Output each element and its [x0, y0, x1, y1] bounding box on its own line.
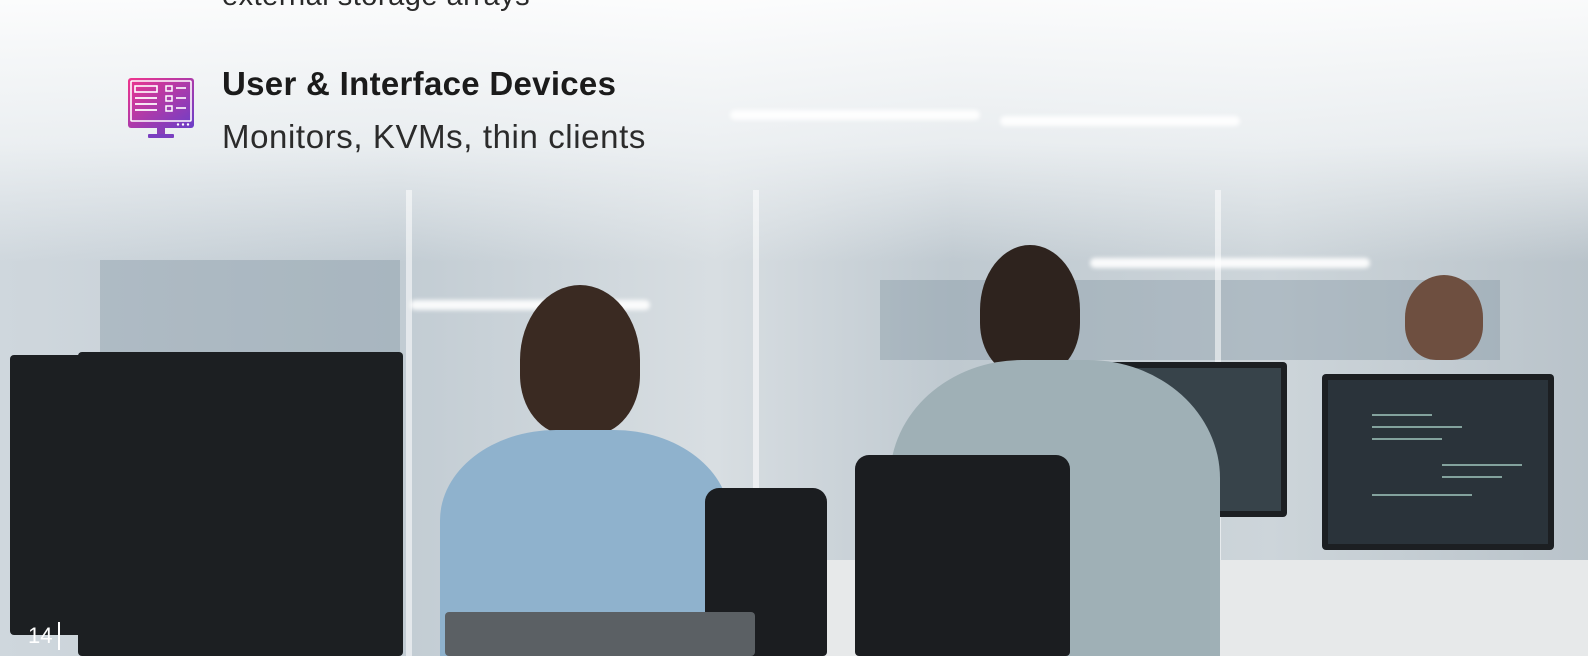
code-line — [1372, 494, 1472, 496]
ceiling-light — [730, 110, 980, 120]
ceiling-light — [1090, 258, 1370, 268]
code-line — [1442, 476, 1502, 478]
code-line — [1442, 464, 1522, 466]
monitor-dashboard-icon — [128, 78, 194, 138]
code-line — [1372, 414, 1432, 416]
person-woman-head — [520, 285, 640, 435]
office-chair — [855, 455, 1070, 656]
monitor — [78, 352, 403, 656]
page-number: 14 — [28, 622, 61, 650]
glass-partition — [406, 190, 412, 656]
previous-item-description: external storage arrays — [222, 0, 530, 13]
person-man-head — [980, 245, 1080, 375]
code-line — [1372, 426, 1462, 428]
code-line — [1372, 438, 1442, 440]
person-background-head — [1405, 275, 1483, 360]
laptop — [445, 612, 755, 656]
monitor — [1322, 374, 1554, 550]
ceiling-light — [1000, 116, 1240, 126]
feature-item: User & Interface Devices Monitors, KVMs,… — [128, 62, 646, 158]
monitor-screen — [1328, 380, 1548, 544]
feature-item-text: User & Interface Devices Monitors, KVMs,… — [222, 62, 646, 157]
feature-item-title: User & Interface Devices — [222, 65, 617, 102]
feature-item-description: Monitors, KVMs, thin clients — [222, 118, 646, 155]
